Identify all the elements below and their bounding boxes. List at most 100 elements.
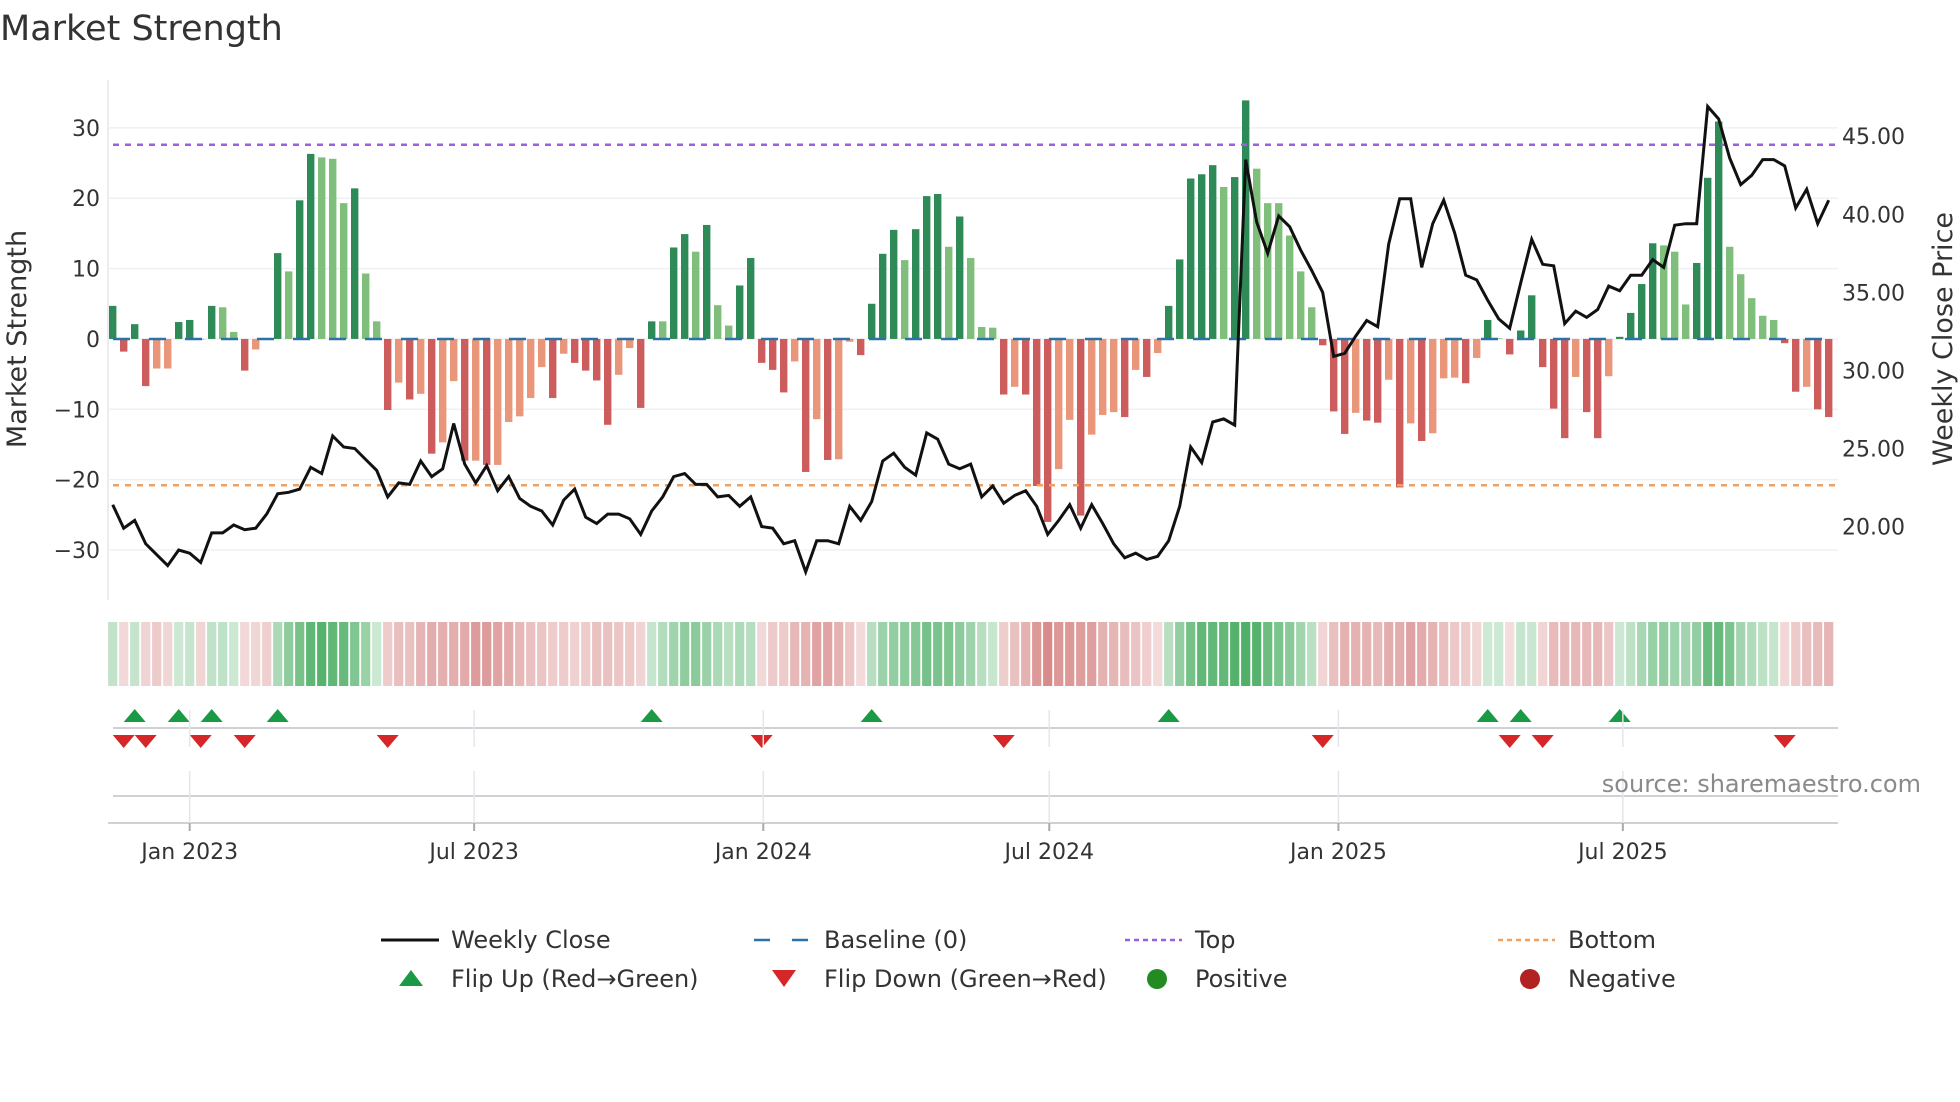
strength-bar [274, 253, 282, 339]
strength-bar [857, 338, 865, 356]
strength-bar [153, 338, 161, 369]
heatmap-cell [812, 622, 822, 686]
heatmap-cell [207, 622, 217, 686]
strength-bar [1517, 330, 1525, 339]
heatmap-cell [295, 622, 305, 686]
strength-bar [109, 305, 117, 339]
heatmap-cell [306, 622, 316, 686]
heatmap-cell [449, 622, 459, 686]
strength-bar [1671, 251, 1679, 339]
heatmap-cell [977, 622, 987, 686]
heatmap-cell [1549, 622, 1559, 686]
heatmap-cell [1153, 622, 1163, 686]
heatmap-cell [1032, 622, 1042, 686]
strength-bar [1682, 304, 1690, 339]
heatmap-cell [1395, 622, 1405, 686]
strength-bar [1561, 338, 1569, 439]
strength-bar [736, 285, 744, 339]
heatmap-cell [1725, 622, 1735, 686]
heatmap-cell [1197, 622, 1207, 686]
strength-bar [296, 200, 304, 339]
strength-bar [1396, 338, 1404, 488]
strength-bar [1297, 271, 1305, 339]
strength-bar [1539, 338, 1547, 368]
heatmap-cell [1582, 622, 1592, 686]
heatmap-cell [856, 622, 866, 686]
y-right-tick-label: 35.00 [1842, 281, 1905, 306]
heatmap-cell [1505, 622, 1515, 686]
heatmap-cell [1230, 622, 1240, 686]
strength-bar [340, 203, 348, 339]
heatmap-cell [1593, 622, 1603, 686]
heatmap-cell [878, 622, 888, 686]
flip-up-marker [167, 709, 190, 722]
heatmap-cell [625, 622, 635, 686]
legend-item: Baseline (0) [754, 926, 967, 954]
heatmap-cell [559, 622, 569, 686]
heatmap-cell [185, 622, 195, 686]
strength-bar [362, 273, 370, 339]
heatmap-cell [1120, 622, 1130, 686]
strength-bar [593, 338, 601, 381]
flip-down-marker [992, 735, 1015, 748]
heatmap-cell [999, 622, 1009, 686]
heatmap-cell [823, 622, 833, 686]
strength-bar [1506, 338, 1514, 355]
heatmap-cell [988, 622, 998, 686]
heatmap-cell [1186, 622, 1196, 686]
strength-bar [571, 338, 579, 363]
heatmap-cell [482, 622, 492, 686]
strength-bar [417, 338, 425, 394]
heatmap-cell [834, 622, 844, 686]
heatmap-cell [1483, 622, 1493, 686]
strength-bar [1759, 315, 1767, 339]
strength-bar [1099, 338, 1107, 415]
strength-bar [1605, 338, 1613, 377]
y-right-tick-label: 25.00 [1842, 438, 1905, 463]
triangle-down-icon [772, 970, 796, 987]
heatmap-cell [680, 622, 690, 686]
strength-bar [791, 338, 799, 362]
strength-bar [516, 338, 524, 417]
y-axis-label: Market Strength [2, 230, 33, 448]
legend-label: Positive [1195, 965, 1288, 993]
strength-bar [1308, 307, 1316, 339]
y-tick-label: −30 [54, 539, 100, 564]
strength-bar [956, 216, 964, 339]
legend-label: Flip Down (Green→Red) [824, 965, 1107, 993]
heatmap-cell [1659, 622, 1669, 686]
strength-bar [1088, 338, 1096, 435]
heatmap-cell [427, 622, 437, 686]
heatmap-cell [966, 622, 976, 686]
strength-bar [769, 338, 777, 370]
flip-up-marker [860, 709, 883, 722]
heatmap-cell [1692, 622, 1702, 686]
strength-bar [945, 246, 953, 339]
y-tick-label: −20 [54, 469, 100, 494]
strength-bar [307, 153, 315, 339]
strength-bar [1121, 338, 1129, 418]
heatmap-cell [658, 622, 668, 686]
heatmap-cell [438, 622, 448, 686]
strength-bar [692, 251, 700, 339]
x-tick-label: Jul 2023 [427, 840, 519, 865]
strength-bar [428, 338, 436, 454]
strength-bar [1550, 338, 1558, 409]
heatmap-cell [119, 622, 129, 686]
heatmap-cell [130, 622, 140, 686]
heatmap-cell [944, 622, 954, 686]
source-note: source: sharemaestro.com [1602, 770, 1921, 798]
flip-up-marker [640, 709, 663, 722]
legend-label: Negative [1568, 965, 1676, 993]
flip-up-marker [200, 709, 223, 722]
heatmap-cell [1736, 622, 1746, 686]
strength-bar [604, 338, 612, 425]
heatmap-cell [647, 622, 657, 686]
heatmap-cell [603, 622, 613, 686]
strength-bar [406, 338, 414, 400]
market-strength-chart: Market Strength Market Strength Weekly C… [0, 9, 1959, 993]
strength-bar [1704, 177, 1712, 339]
strength-bar [318, 157, 326, 339]
legend: Weekly Close Baseline (0) Top Bottom Flip Up… [381, 926, 1676, 993]
strength-bar [142, 338, 150, 387]
